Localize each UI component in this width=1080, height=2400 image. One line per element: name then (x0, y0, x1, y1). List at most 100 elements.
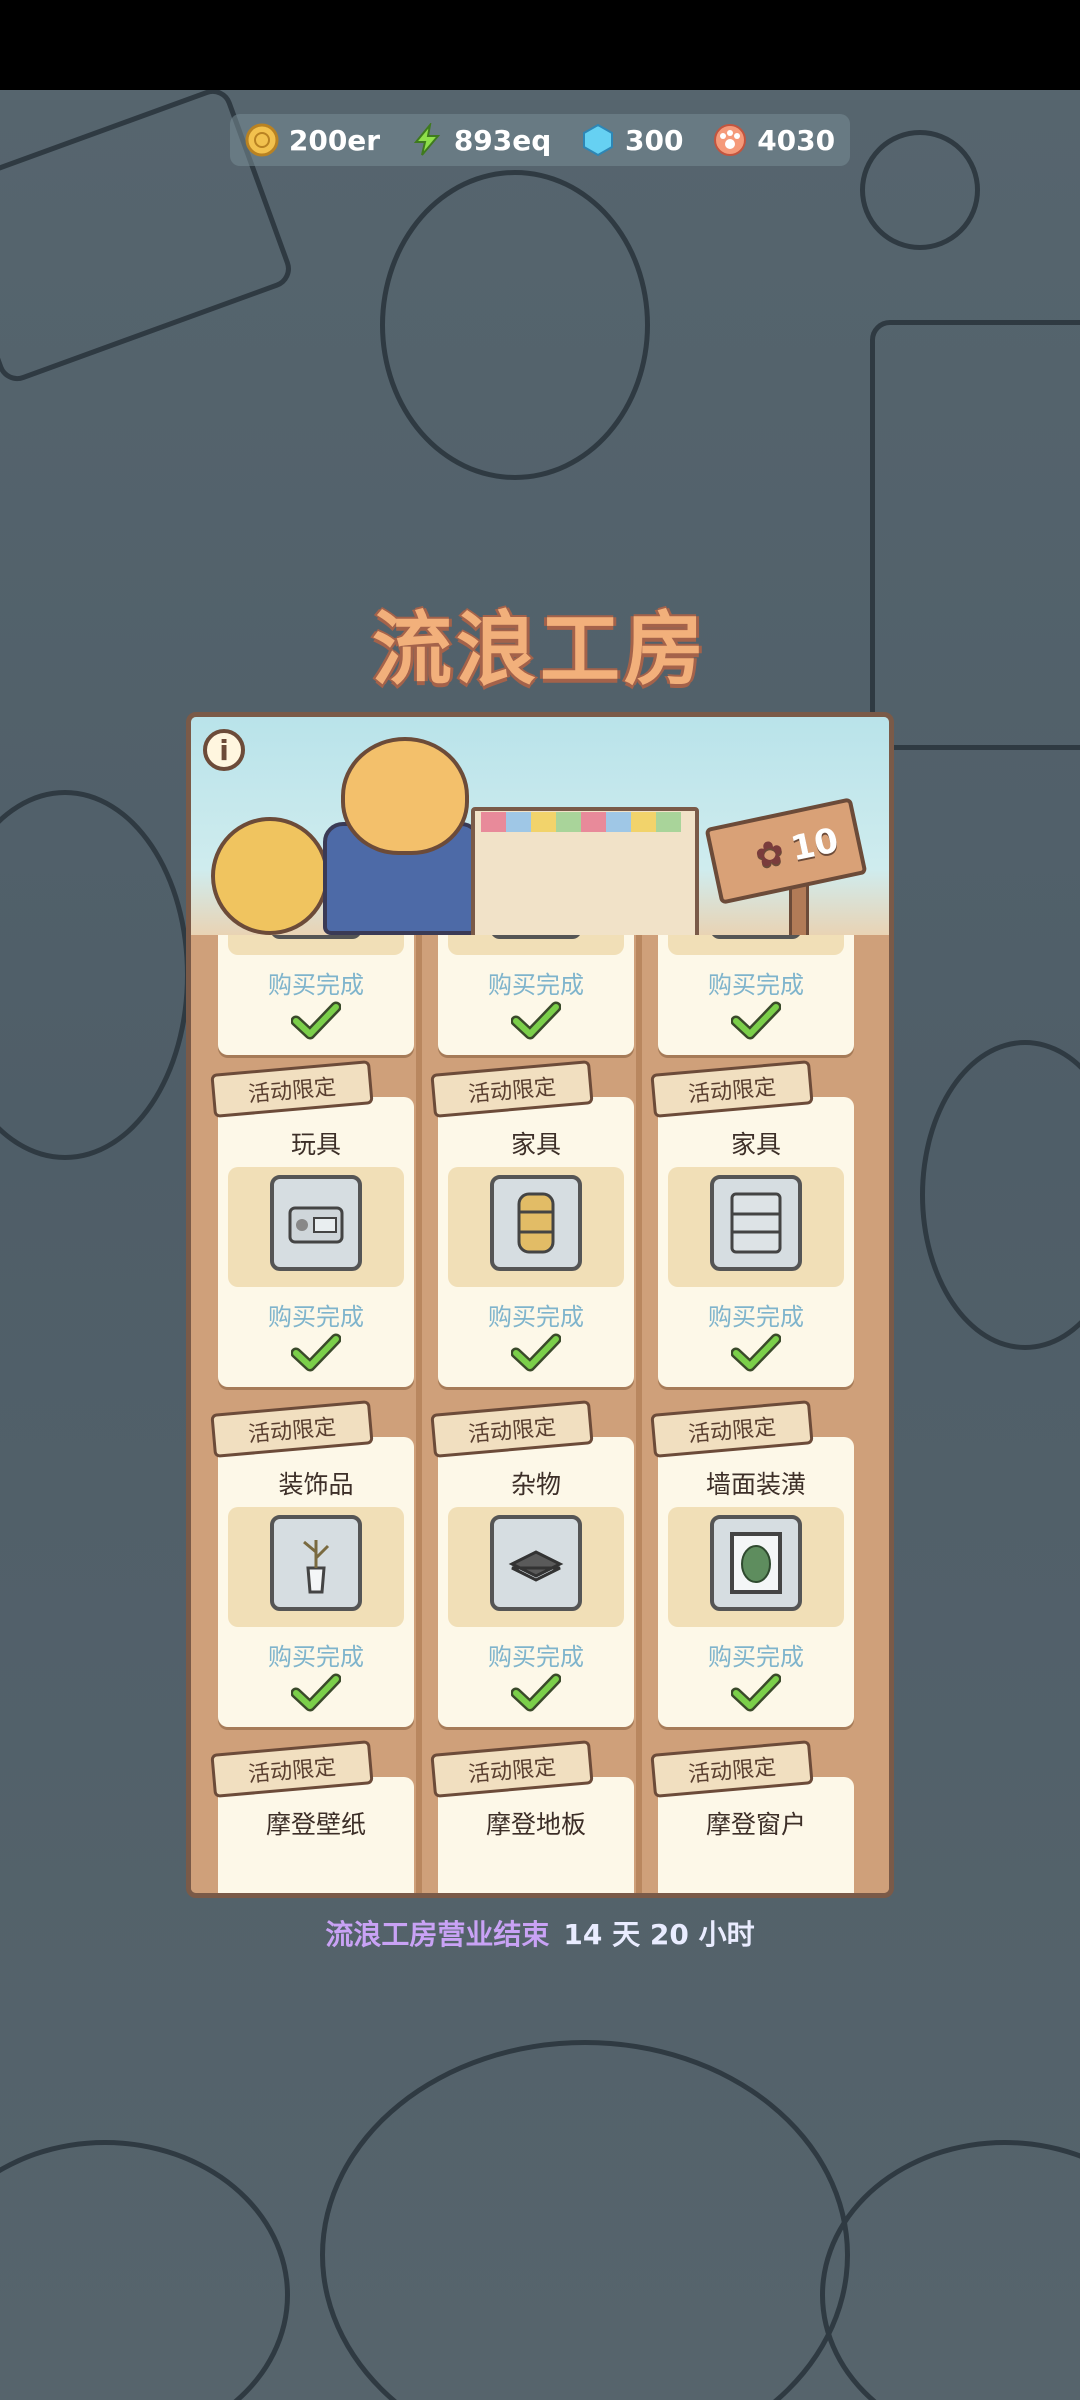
item-image (448, 935, 624, 955)
purchase-complete-label: 购买完成 (708, 1303, 804, 1331)
event-limited-tag: 活动限定 (430, 1740, 594, 1798)
bear-shopkeeper-illustration (341, 737, 469, 855)
purchase-complete-label: 购买完成 (268, 971, 364, 999)
shop-closing-timer: 流浪工房营业结束 14 天 20 小时 (0, 1913, 1080, 1953)
check-icon (291, 1001, 341, 1040)
event-limited-tag: 活动限定 (650, 1400, 814, 1458)
item-category: 摩登窗户 (705, 1810, 806, 1839)
leaf-decoration-right (920, 1040, 1080, 1350)
shop-item-card[interactable]: 活动限定 摩登地板 (430, 1740, 634, 1893)
shop-item-card[interactable]: 活动限定 杂物 购买完成 (430, 1400, 634, 1727)
shop-title: 流浪工房 (372, 603, 708, 696)
resource-energy[interactable]: 893eq (410, 123, 551, 157)
event-limited-tag: 活动限定 (430, 1060, 594, 1118)
item-image (668, 1507, 844, 1627)
shop-item-card[interactable]: 活动限定 摩登窗户 (650, 1740, 854, 1893)
bush-decoration (320, 2040, 850, 2400)
bush-decoration-left (0, 2140, 290, 2400)
item-category: 摩登地板 (485, 1810, 586, 1839)
resource-paw[interactable]: 4030 (713, 123, 835, 157)
purchase-complete-label: 购买完成 (488, 1643, 584, 1671)
event-limited-tag: 活动限定 (210, 1060, 374, 1118)
shop-level-sign: ✿ 10 (704, 797, 868, 905)
leaf-decoration (0, 790, 190, 1160)
resource-paw-value: 4030 (757, 123, 836, 157)
item-image (228, 935, 404, 955)
book-icon (490, 1515, 582, 1611)
shop-level: 10 (787, 820, 843, 870)
shop-item-card[interactable]: 活动限定 装饰品 购买完成 (210, 1400, 414, 1727)
vase-icon (270, 1515, 362, 1611)
divider (416, 935, 422, 1893)
resource-coin[interactable]: 200er (245, 123, 380, 157)
shop-item-card[interactable]: 活动限定 墙面装潢 购买完成 (650, 1400, 854, 1727)
check-icon (731, 1001, 781, 1040)
drawer-icon (710, 935, 802, 939)
window-icon (490, 935, 582, 939)
event-limited-tag: 活动限定 (650, 1740, 814, 1798)
shop-item-card[interactable]: 购买完成 (658, 935, 854, 1055)
resource-gem-value: 300 (625, 123, 684, 157)
resource-gem[interactable]: 300 (581, 123, 683, 157)
paw-icon (713, 123, 747, 157)
radio-icon (270, 1175, 362, 1271)
purchase-complete-label: 购买完成 (268, 1303, 364, 1331)
shop-item-card[interactable]: 活动限定 家具 购买完成 (650, 1060, 854, 1387)
item-category: 家具 (730, 1130, 781, 1159)
status-bar (0, 0, 1080, 90)
event-limited-tag: 活动限定 (430, 1400, 594, 1458)
purchase-complete-label: 购买完成 (488, 1303, 584, 1331)
check-icon (511, 1001, 561, 1040)
resource-bar: 200er 893eq 300 4030 (230, 114, 850, 166)
item-category: 家具 (510, 1130, 561, 1159)
shop-item-card[interactable]: 活动限定 摩登壁纸 (210, 1740, 414, 1893)
item-image (668, 935, 844, 955)
purchase-complete-label: 购买完成 (708, 971, 804, 999)
item-category: 摩登壁纸 (265, 1810, 366, 1839)
item-category: 玩具 (290, 1130, 341, 1159)
shop-panel: i ✿ 10 购买完成 购买完成 购买完成 活动限定 玩具 购买完成 活动限定 … (186, 712, 894, 1898)
info-button[interactable]: i (203, 729, 245, 771)
lightning-icon (410, 123, 444, 157)
divider (636, 935, 642, 1893)
resource-coin-value: 200er (288, 123, 381, 157)
event-limited-tag: 活动限定 (650, 1060, 814, 1118)
snowman-decoration (380, 170, 650, 480)
item-category: 装饰品 (278, 1470, 354, 1499)
gem-icon (581, 123, 615, 157)
item-category: 杂物 (510, 1470, 561, 1499)
item-category: 墙面装潢 (705, 1470, 806, 1499)
purchase-complete-label: 购买完成 (488, 971, 584, 999)
closing-time: 14 天 20 小时 (563, 1918, 755, 1951)
dog-decoration (860, 130, 980, 250)
event-limited-tag: 活动限定 (210, 1400, 374, 1458)
bush-decoration-right (820, 2140, 1080, 2400)
leaf-frame-icon (710, 1515, 802, 1611)
coin-icon (245, 123, 279, 157)
item-image (228, 1507, 404, 1627)
item-image (448, 1507, 624, 1627)
shop-item-card[interactable]: 活动限定 玩具 购买完成 (210, 1060, 414, 1387)
item-image (448, 1167, 624, 1287)
check-icon (291, 1673, 341, 1712)
check-icon (731, 1333, 781, 1372)
item-image (668, 1167, 844, 1287)
event-limited-tag: 活动限定 (210, 1740, 374, 1798)
yellow-character-illustration (211, 817, 329, 935)
check-icon (291, 1333, 341, 1372)
item-image (228, 1167, 404, 1287)
shop-item-card[interactable]: 购买完成 (438, 935, 634, 1055)
barrel-icon (490, 1175, 582, 1271)
shelf-icon (710, 1175, 802, 1271)
purchase-complete-label: 购买完成 (268, 1643, 364, 1671)
closing-label: 流浪工房营业结束 (325, 1918, 550, 1951)
cabinet-icon (270, 935, 362, 939)
shop-banner: i ✿ 10 (191, 717, 889, 941)
check-icon (511, 1333, 561, 1372)
shop-item-card[interactable]: 购买完成 (218, 935, 414, 1055)
item-grid[interactable]: 购买完成 购买完成 购买完成 活动限定 玩具 购买完成 活动限定 家具 购买完成 (191, 935, 889, 1893)
check-icon (731, 1673, 781, 1712)
check-icon (511, 1673, 561, 1712)
purchase-complete-label: 购买完成 (708, 1643, 804, 1671)
shop-item-card[interactable]: 活动限定 家具 购买完成 (430, 1060, 634, 1387)
